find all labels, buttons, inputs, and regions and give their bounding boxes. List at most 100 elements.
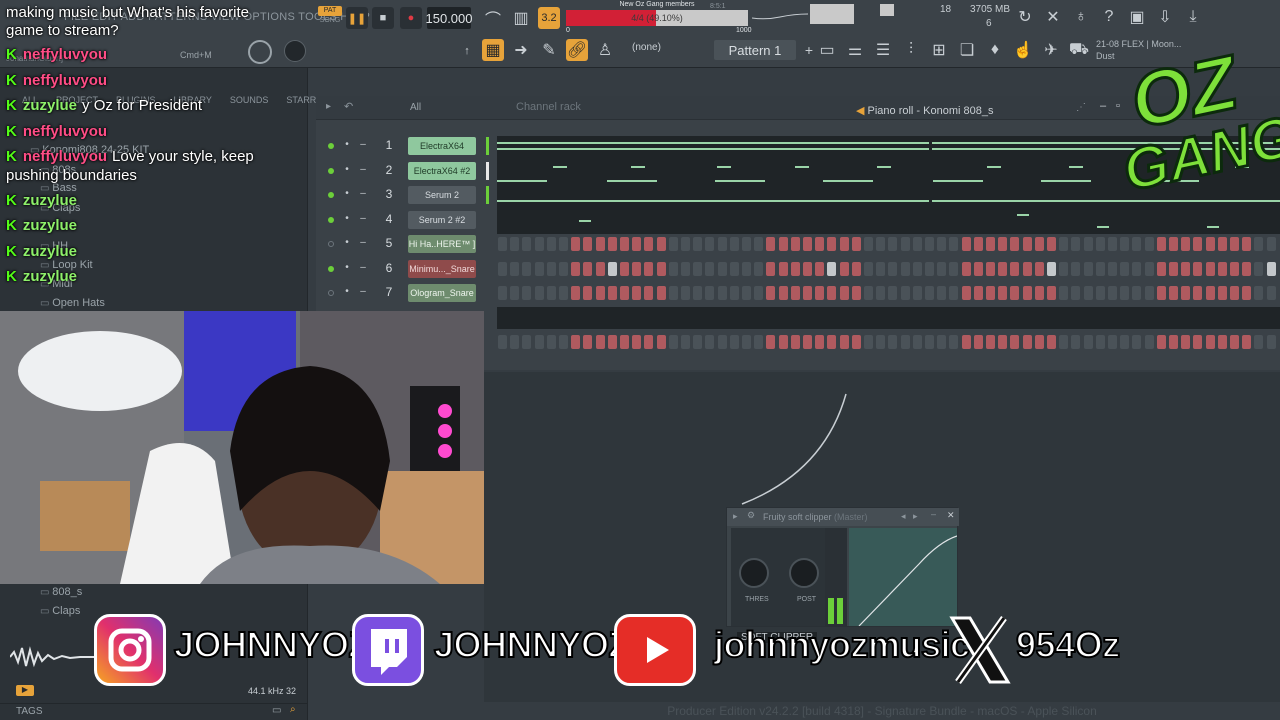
cloud-icon[interactable]: ✈ — [1040, 39, 1062, 61]
step-button[interactable] — [522, 335, 532, 349]
step-button[interactable] — [681, 237, 690, 251]
step-button[interactable] — [937, 237, 947, 251]
step-button[interactable] — [1156, 262, 1166, 276]
step-button[interactable] — [876, 237, 886, 251]
step-button[interactable] — [851, 262, 861, 276]
step-button[interactable] — [973, 335, 983, 349]
step-button[interactable] — [729, 237, 739, 251]
step-button[interactable] — [571, 335, 581, 349]
step-button[interactable] — [534, 237, 544, 251]
step-button[interactable] — [1034, 262, 1044, 276]
rack-arrow-icon[interactable]: ▸ — [326, 101, 331, 112]
step-button[interactable] — [1156, 335, 1166, 349]
threshold-knob[interactable] — [739, 558, 769, 588]
chat-username[interactable]: zuzylue — [23, 192, 77, 209]
step-button[interactable] — [705, 262, 715, 276]
step-button[interactable] — [888, 237, 898, 251]
step-button[interactable] — [754, 335, 764, 349]
step-button[interactable] — [754, 237, 764, 251]
step-button[interactable] — [1095, 237, 1105, 251]
step-button[interactable] — [742, 237, 751, 251]
step-button[interactable] — [668, 262, 678, 276]
step-button[interactable] — [766, 286, 776, 300]
channel-name-button[interactable]: Serum 2 #2 — [408, 211, 476, 229]
step-button[interactable] — [876, 335, 886, 349]
tags-label[interactable]: TAGS — [16, 706, 42, 717]
step-button[interactable] — [912, 286, 922, 300]
channel-number[interactable]: 5 — [378, 236, 400, 252]
channel-pan-knob[interactable]: • — [342, 286, 352, 298]
step-button[interactable] — [912, 237, 922, 251]
step-button[interactable] — [510, 286, 520, 300]
step-button[interactable] — [1169, 286, 1178, 300]
step-button[interactable] — [1205, 262, 1215, 276]
step-button[interactable] — [1181, 335, 1191, 349]
channel-rack-icon[interactable]: ☰ — [872, 39, 894, 61]
tools-icon[interactable]: ✕ — [1042, 6, 1064, 28]
stop-button[interactable]: ■ — [372, 7, 394, 29]
step-button[interactable] — [632, 262, 642, 276]
step-button[interactable] — [595, 237, 605, 251]
step-button[interactable] — [1034, 335, 1044, 349]
channel-pan-knob[interactable]: • — [342, 262, 352, 274]
step-button[interactable] — [1205, 237, 1215, 251]
channel-number[interactable]: 4 — [378, 212, 400, 228]
step-button[interactable] — [1193, 286, 1203, 300]
render-icon[interactable]: ⇩ — [1154, 6, 1176, 28]
step-button[interactable] — [839, 335, 849, 349]
step-button[interactable] — [827, 237, 837, 251]
wait-input-icon[interactable]: ▥ — [510, 7, 532, 29]
channel-pan-knob[interactable]: • — [342, 139, 352, 151]
step-button[interactable] — [668, 286, 678, 300]
step-button[interactable] — [583, 335, 593, 349]
step-button[interactable] — [1059, 286, 1069, 300]
step-button[interactable] — [790, 286, 800, 300]
step-button[interactable] — [1059, 262, 1069, 276]
step-button[interactable] — [1108, 335, 1117, 349]
step-button[interactable] — [1193, 335, 1203, 349]
step-button[interactable] — [681, 286, 690, 300]
step-button[interactable] — [668, 335, 678, 349]
export-icon[interactable]: ⤓ — [1182, 6, 1204, 28]
piano-roll-note[interactable] — [497, 180, 547, 182]
piano-roll-icon[interactable]: ⫶ — [900, 39, 922, 61]
piano-roll-note[interactable] — [1207, 226, 1219, 228]
step-button[interactable] — [876, 286, 886, 300]
next-preset-icon[interactable]: ▸ — [913, 511, 918, 522]
step-button[interactable] — [1144, 286, 1154, 300]
step-button[interactable] — [778, 286, 788, 300]
help-icon[interactable]: ? — [1098, 6, 1120, 28]
channel-volume-knob[interactable]: – — [358, 164, 368, 176]
step-button[interactable] — [693, 335, 703, 349]
step-button[interactable] — [1144, 237, 1154, 251]
step-button[interactable] — [803, 335, 812, 349]
step-button[interactable] — [620, 286, 629, 300]
step-button[interactable] — [705, 286, 715, 300]
step-button[interactable] — [1120, 286, 1130, 300]
channel-row[interactable]: • –2 ElectraX64 #2 — [320, 160, 490, 182]
step-button[interactable] — [754, 286, 764, 300]
chat-username[interactable]: zuzylue — [23, 243, 77, 260]
step-button[interactable] — [498, 286, 507, 300]
piano-roll-note[interactable] — [1041, 180, 1091, 182]
step-button[interactable] — [522, 286, 532, 300]
step-button[interactable] — [1217, 335, 1227, 349]
step-button[interactable] — [803, 237, 812, 251]
shop-icon[interactable]: ⛟ — [1068, 39, 1090, 61]
pat-label[interactable]: PAT — [318, 6, 342, 16]
step-button[interactable] — [949, 335, 959, 349]
step-button[interactable] — [632, 237, 642, 251]
step-button[interactable] — [1083, 335, 1093, 349]
step-button[interactable] — [1230, 237, 1239, 251]
step-button[interactable] — [900, 237, 910, 251]
snap-selector[interactable]: (none) — [632, 42, 702, 53]
step-button[interactable] — [925, 335, 934, 349]
step-button[interactable] — [1120, 335, 1130, 349]
step-button[interactable] — [571, 262, 581, 276]
step-button[interactable] — [1120, 237, 1130, 251]
step-button[interactable] — [851, 286, 861, 300]
step-button[interactable] — [1071, 237, 1081, 251]
step-button[interactable] — [1205, 286, 1215, 300]
step-button[interactable] — [790, 262, 800, 276]
step-button[interactable] — [839, 286, 849, 300]
